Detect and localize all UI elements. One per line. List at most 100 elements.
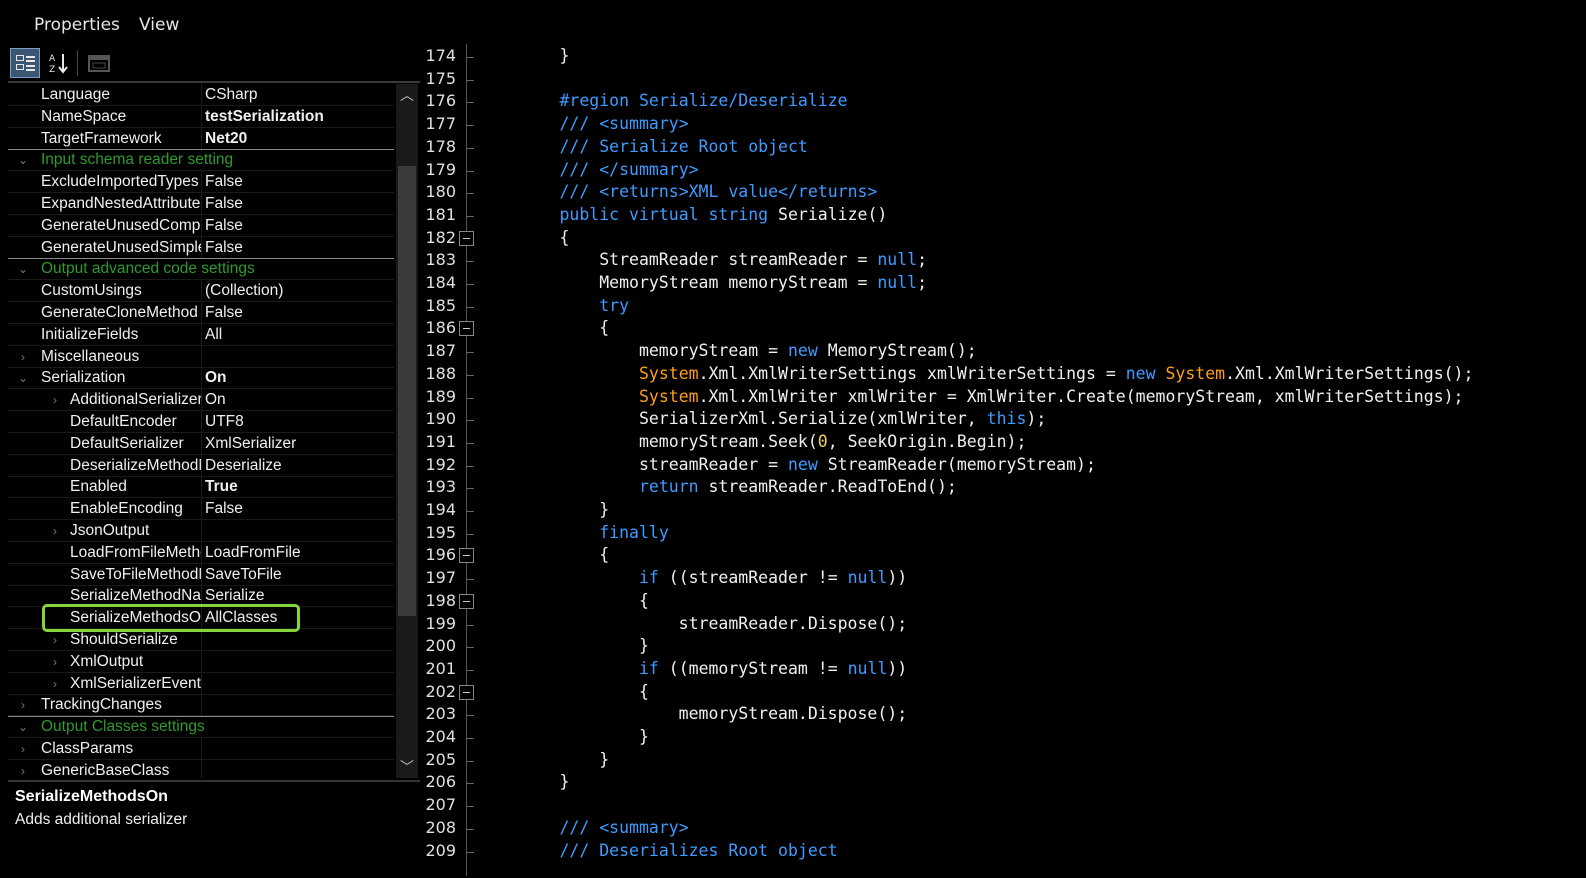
property-row[interactable]: › TrackingChanges [8,694,394,717]
code-line[interactable]: { [480,591,649,610]
property-value[interactable]: False [205,171,392,193]
expand-chevron-icon[interactable]: › [48,629,62,651]
code-line[interactable]: { [480,682,649,701]
code-line[interactable]: } [480,500,609,519]
property-row[interactable]: › ClassParams [8,738,394,760]
property-row[interactable]: › ShouldSerialize [8,629,394,651]
code-line[interactable]: } [480,750,609,769]
code-line[interactable]: System.Xml.XmlWriter xmlWriter = XmlWrit… [480,387,1464,406]
property-value[interactable]: True [205,476,392,498]
property-value[interactable]: All [205,324,392,346]
expand-chevron-icon[interactable]: › [16,760,30,778]
property-row[interactable]: GenerateUnusedSimpleTypesFalse [8,236,394,259]
property-row[interactable]: GenerateCloneMethod False [8,302,394,324]
property-row[interactable]: LoadFromFileMethodNameLoadFromFile [8,541,394,564]
property-value[interactable]: XmlSerializer [205,433,392,455]
property-row[interactable]: SaveToFileMethodNameSaveToFile [8,563,394,586]
property-row[interactable]: DeserializeMethodNameDeserialize [8,454,394,477]
scroll-up-icon[interactable]: ︿ [396,84,418,106]
code-line[interactable]: memoryStream.Dispose(); [480,704,907,723]
property-row[interactable]: GenerateUnusedComplexTypesFalse [8,214,394,237]
code-line[interactable]: #region Serialize/Deserialize [480,91,847,110]
property-row[interactable]: EnableEncoding False [8,498,394,521]
code-line[interactable]: /// Deserializes Root object [480,841,837,860]
code-line[interactable]: /// </summary> [480,160,698,179]
property-category[interactable]: ⌄ Output Classes settings [8,716,394,739]
property-value[interactable]: On [205,389,392,411]
property-value[interactable]: UTF8 [205,411,392,433]
property-row[interactable]: › XmlSerializerEvent [8,672,394,695]
code-line[interactable]: /// Serialize Root object [480,137,807,156]
menu-view[interactable]: View [139,15,179,35]
expand-chevron-icon[interactable]: ⌄ [16,716,30,738]
expand-chevron-icon[interactable]: ⌄ [16,258,30,280]
scroll-thumb[interactable] [398,166,416,616]
property-row[interactable]: › GenericBaseClass [8,759,394,778]
fold-toggle-icon[interactable] [459,684,474,700]
expand-chevron-icon[interactable]: › [16,738,30,760]
property-grid[interactable]: Language CSharp NameSpace testSerialization… [8,84,394,778]
expand-chevron-icon[interactable]: › [48,520,62,542]
code-line[interactable]: try [480,296,629,315]
code-line[interactable]: /// <summary> [480,818,688,837]
code-line[interactable]: { [480,318,609,337]
code-line[interactable]: streamReader = new StreamReader(memorySt… [480,455,1096,474]
expand-chevron-icon[interactable]: › [16,694,30,716]
scroll-down-icon[interactable]: ﹀ [396,756,418,778]
expand-chevron-icon[interactable]: › [48,651,62,673]
code-line[interactable]: StreamReader streamReader = null; [480,250,927,269]
property-row[interactable]: › AdditionalSerializers On [8,389,394,412]
property-value[interactable]: False [205,237,392,259]
property-value[interactable]: CSharp [205,84,392,106]
code-line[interactable]: memoryStream.Seek(0, SeekOrigin.Begin); [480,432,1026,451]
property-category[interactable]: ⌄ Input schema reader setting [8,149,394,172]
property-value[interactable]: testSerialization [205,106,392,128]
property-value[interactable]: Net20 [205,128,392,150]
code-line[interactable]: /// <summary> [480,114,688,133]
property-pages-button[interactable] [84,48,114,78]
menu-properties[interactable]: Properties [34,15,120,35]
property-value[interactable]: SaveToFile [205,564,392,586]
categorized-button[interactable] [10,48,40,78]
property-value[interactable]: On [205,367,392,389]
code-line[interactable]: { [480,228,569,247]
alphabetical-button[interactable]: A Z [44,48,74,78]
code-editor[interactable]: 174 } 175 176 #region Serialize/Deserializ… [420,44,1586,876]
property-row[interactable]: InitializeFields All [8,323,394,346]
property-value[interactable]: False [205,193,392,215]
property-grid-scrollbar[interactable]: ︿ ﹀ [396,84,418,778]
property-row[interactable]: NameSpace testSerialization [8,105,394,128]
fold-toggle-icon[interactable] [459,230,474,246]
property-value[interactable]: Deserialize [205,455,392,477]
code-line[interactable]: } [480,772,569,791]
property-row[interactable]: CustomUsings (Collection) [8,280,394,303]
property-row[interactable]: › Miscellaneous [8,345,394,368]
code-line[interactable]: streamReader.Dispose(); [480,614,907,633]
fold-toggle-icon[interactable] [459,548,474,564]
expand-chevron-icon[interactable]: ⌄ [16,149,30,171]
code-line[interactable]: { [480,545,609,564]
property-row[interactable]: › XmlOutput [8,650,394,673]
code-line[interactable]: memoryStream = new MemoryStream(); [480,341,977,360]
fold-toggle-icon[interactable] [459,321,474,337]
fold-toggle-icon[interactable] [459,593,474,609]
property-row[interactable]: TargetFramework Net20 [8,127,394,150]
expand-chevron-icon[interactable]: › [16,346,30,368]
collapse-chevron-icon[interactable]: ⌄ [16,367,30,389]
property-row[interactable]: › JsonOutput [8,520,394,542]
expand-chevron-icon[interactable]: › [48,673,62,695]
code-line[interactable]: return streamReader.ReadToEnd(); [480,477,957,496]
property-value[interactable]: False [205,498,392,520]
property-category[interactable]: ⌄ Output advanced code settings [8,258,394,281]
code-line[interactable]: if ((streamReader != null)) [480,568,907,587]
property-row[interactable]: ⌄ Serialization On [8,367,394,390]
code-line[interactable]: } [480,727,649,746]
code-line[interactable]: } [480,636,649,655]
property-row[interactable]: DefaultSerializer XmlSerializer [8,432,394,455]
code-line[interactable]: public virtual string Serialize() [480,205,887,224]
expand-chevron-icon[interactable]: › [48,389,62,411]
property-value[interactable]: LoadFromFile [205,542,392,564]
property-value[interactable]: False [205,302,392,324]
code-line[interactable]: SerializerXml.Serialize(xmlWriter, this)… [480,409,1046,428]
property-row[interactable]: ExpandNestedAttributes False [8,193,394,215]
